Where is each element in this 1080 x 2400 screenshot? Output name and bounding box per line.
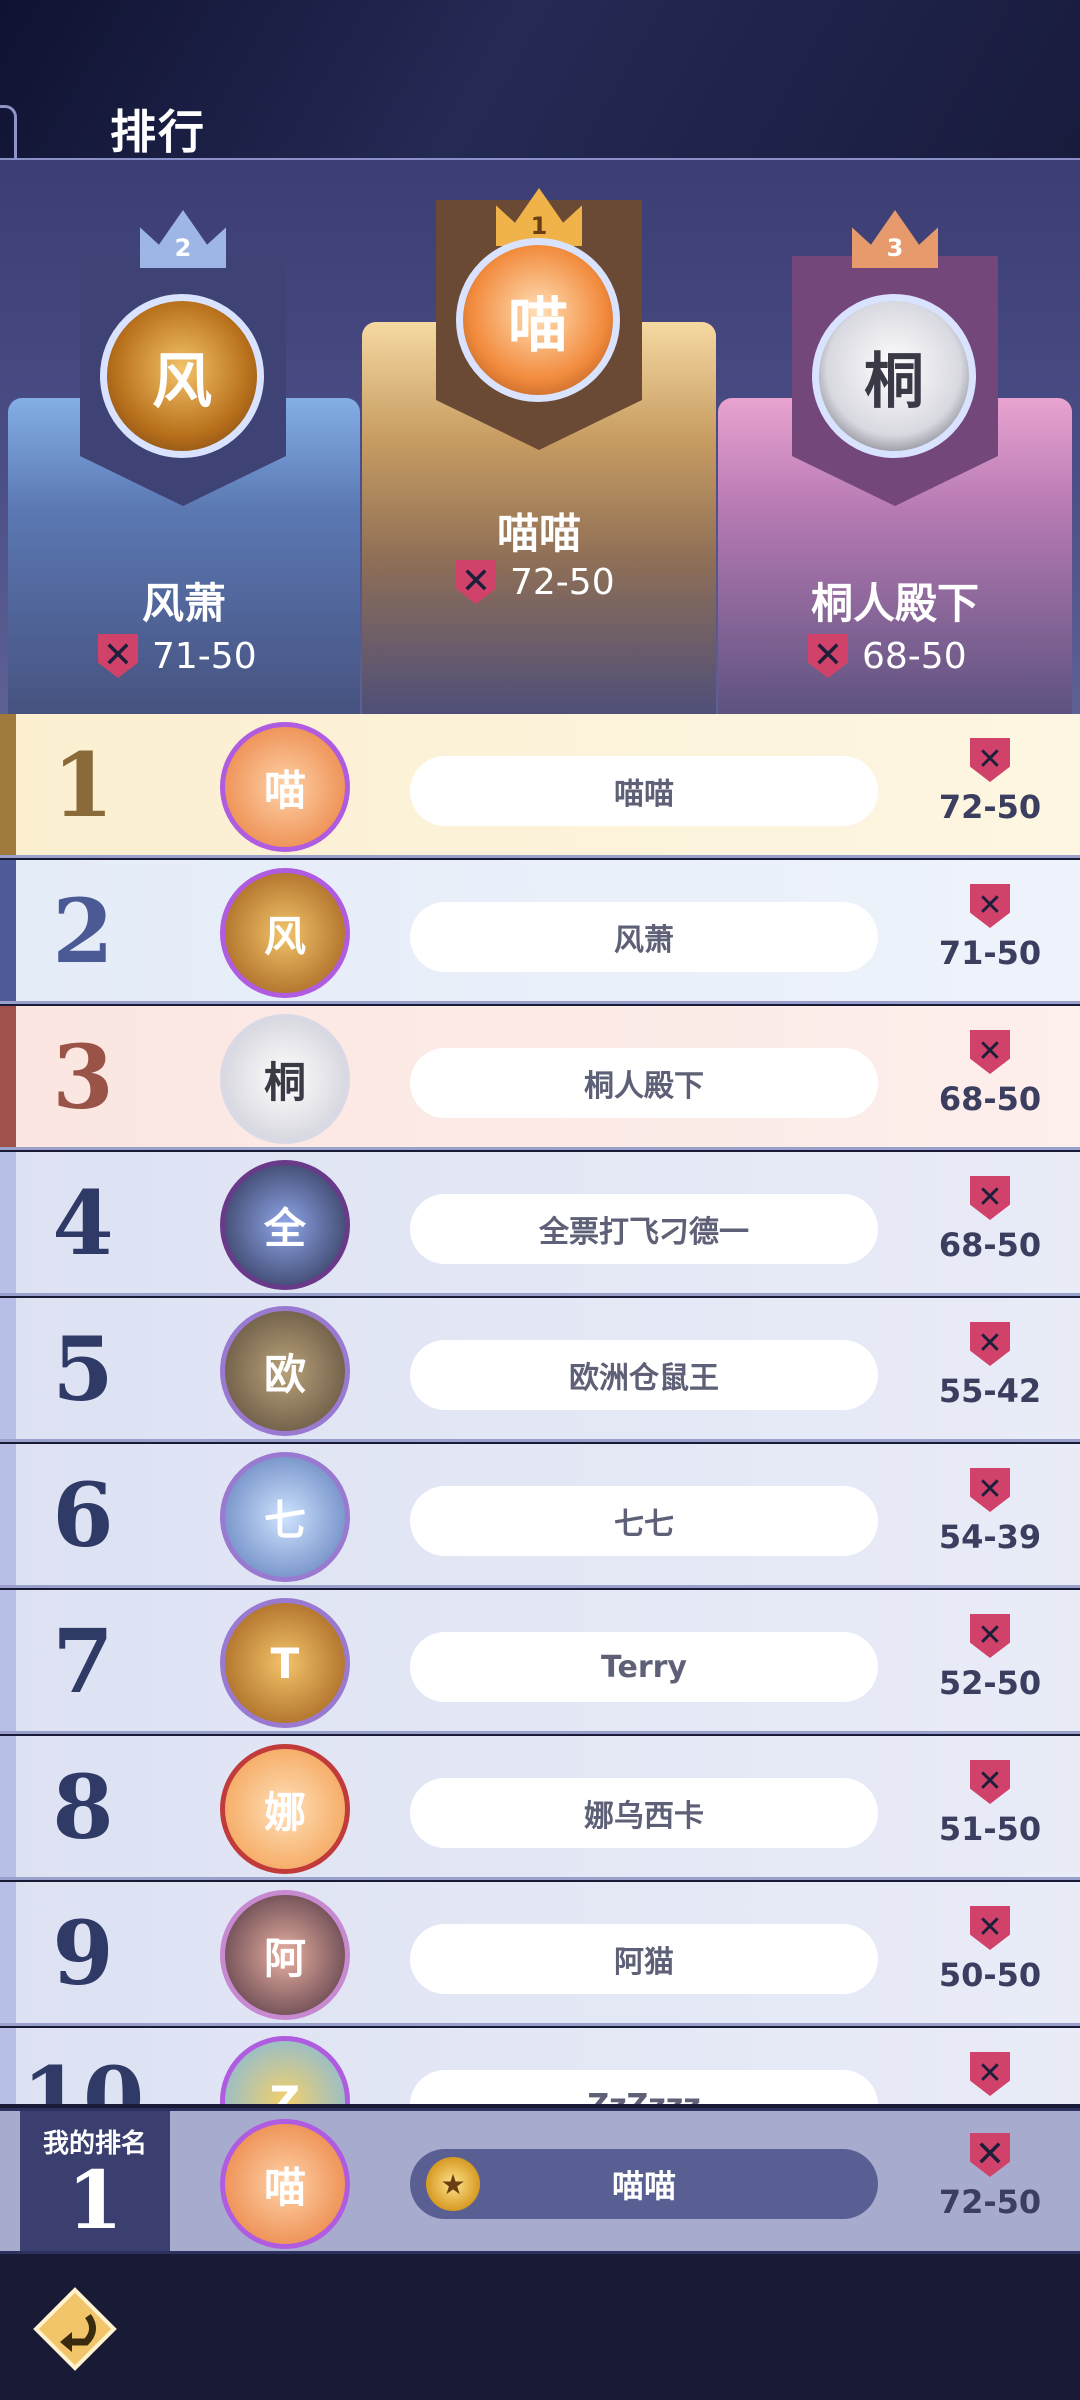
player-score: 71-50 (938, 934, 1042, 972)
crossed-swords-icon: ✕ (970, 1614, 1010, 1658)
ranking-row[interactable]: 7 T Terry ✕ 52-50 (0, 1590, 1080, 1734)
podium-avatar-third[interactable]: 桐 (812, 294, 976, 458)
player-score: 50-50 (938, 1956, 1042, 1994)
my-rank-number: 1 (67, 2152, 123, 2247)
ranking-row[interactable]: 9 阿 阿猫 ✕ 50-50 (0, 1882, 1080, 2026)
player-avatar[interactable]: 风 (220, 868, 350, 998)
player-name: 喵喵 (410, 756, 878, 826)
top-three-podium: 2 风 风萧 ✕ 71-50 1 喵 喵喵 ✕ 72-50 3 桐 桐人殿下 ✕… (0, 158, 1080, 716)
ranking-row[interactable]: 8 娜 娜乌西卡 ✕ 51-50 (0, 1736, 1080, 1880)
ranking-row[interactable]: 2 风 风萧 ✕ 71-50 (0, 860, 1080, 1004)
player-name: 风萧 (410, 902, 878, 972)
player-name: 娜乌西卡 (410, 1778, 878, 1848)
crossed-swords-icon: ✕ (456, 560, 496, 604)
podium-name-third: 桐人殿下 (810, 579, 979, 628)
ranking-row[interactable]: 5 欧 欧洲仓鼠王 ✕ 55-42 (0, 1298, 1080, 1442)
podium-score-second: ✕ 71-50 (98, 634, 257, 678)
player-name: 欧洲仓鼠王 (410, 1340, 878, 1410)
crossed-swords-icon: ✕ (970, 1468, 1010, 1512)
crossed-swords-icon: ✕ (970, 2133, 1010, 2177)
rank-number: 6 (52, 1462, 114, 1567)
crossed-swords-icon: ✕ (970, 2052, 1010, 2096)
rank-number: 3 (52, 1024, 114, 1129)
ranking-row[interactable]: 10 Z ZzZzzz ✕ (0, 2028, 1080, 2104)
player-score: 68-50 (938, 1226, 1042, 1264)
podium-score-first: ✕ 72-50 (456, 560, 615, 604)
my-score: 72-50 (938, 2183, 1042, 2221)
ranking-row[interactable]: 3 桐 桐人殿下 ✕ 68-50 (0, 1006, 1080, 1150)
player-score: 51-50 (938, 1810, 1042, 1848)
my-avatar[interactable]: 喵 (220, 2119, 350, 2249)
crossed-swords-icon: ✕ (970, 884, 1010, 928)
ranking-row[interactable]: 4 全 全票打飞刁德一 ✕ 68-50 (0, 1152, 1080, 1296)
crossed-swords-icon: ✕ (970, 738, 1010, 782)
rank-number: 4 (52, 1170, 114, 1275)
back-button[interactable] (30, 2284, 120, 2374)
my-rank-bar[interactable]: 我的排名 1 喵 喵喵 ★ ✕ 72-50 (0, 2108, 1080, 2254)
ranking-row[interactable]: 6 七 七七 ✕ 54-39 (0, 1444, 1080, 1588)
crossed-swords-icon: ✕ (98, 634, 138, 678)
bronze-crown-icon: 3 (852, 210, 938, 268)
ranking-row[interactable]: 1 喵 喵喵 ✕ 72-50 (0, 714, 1080, 858)
player-avatar[interactable]: Z (220, 2036, 350, 2104)
medal-icon: ★ (426, 2157, 480, 2211)
rank-number: 7 (52, 1608, 114, 1713)
crossed-swords-icon: ✕ (970, 1906, 1010, 1950)
rank-number: 2 (52, 878, 114, 983)
player-name: 桐人殿下 (410, 1048, 878, 1118)
silver-crown-icon: 2 (140, 210, 226, 268)
podium-avatar-first[interactable]: 喵 (456, 238, 620, 402)
player-avatar[interactable]: 欧 (220, 1306, 350, 1436)
player-avatar[interactable]: T (220, 1598, 350, 1728)
crossed-swords-icon: ✕ (970, 1176, 1010, 1220)
rank-number: 9 (52, 1900, 114, 2005)
player-score: 72-50 (938, 788, 1042, 826)
rank-number: 10 (21, 2046, 145, 2105)
crossed-swords-icon: ✕ (970, 1322, 1010, 1366)
player-name: 阿猫 (410, 1924, 878, 1994)
crossed-swords-icon: ✕ (970, 1760, 1010, 1804)
rank-number: 1 (52, 732, 114, 837)
crossed-swords-icon: ✕ (808, 634, 848, 678)
podium-avatar-second[interactable]: 风 (100, 294, 264, 458)
player-score: 68-50 (938, 1080, 1042, 1118)
player-avatar[interactable]: 喵 (220, 722, 350, 852)
player-avatar[interactable]: 娜 (220, 1744, 350, 1874)
back-arrow-icon (33, 2287, 117, 2371)
podium-name-second: 风萧 (141, 579, 226, 628)
player-avatar[interactable]: 桐 (220, 1014, 350, 1144)
player-avatar[interactable]: 全 (220, 1160, 350, 1290)
ranking-list[interactable]: 1 喵 喵喵 ✕ 72-50 2 风 风萧 ✕ 71-50 3 桐 桐人殿下 ✕ 68… (0, 714, 1080, 2104)
player-avatar[interactable]: 七 (220, 1452, 350, 1582)
rank-number: 8 (52, 1754, 114, 1859)
player-avatar[interactable]: 阿 (220, 1890, 350, 2020)
player-score: 54-39 (938, 1518, 1042, 1556)
crossed-swords-icon: ✕ (970, 1030, 1010, 1074)
player-name: 全票打飞刁德一 (410, 1194, 878, 1264)
player-score: 52-50 (938, 1664, 1042, 1702)
podium-score-third: ✕ 68-50 (808, 634, 967, 678)
player-score: 55-42 (938, 1372, 1042, 1410)
podium-name-first: 喵喵 (496, 509, 581, 558)
rank-number: 5 (52, 1316, 114, 1421)
player-name: 七七 (410, 1486, 878, 1556)
my-name: 喵喵 (410, 2149, 878, 2219)
player-name: Terry (410, 1632, 878, 1702)
player-name: ZzZzzz (410, 2070, 878, 2104)
my-rank-label-box: 我的排名 1 (20, 2111, 170, 2251)
page-title: 排行 (110, 105, 206, 159)
